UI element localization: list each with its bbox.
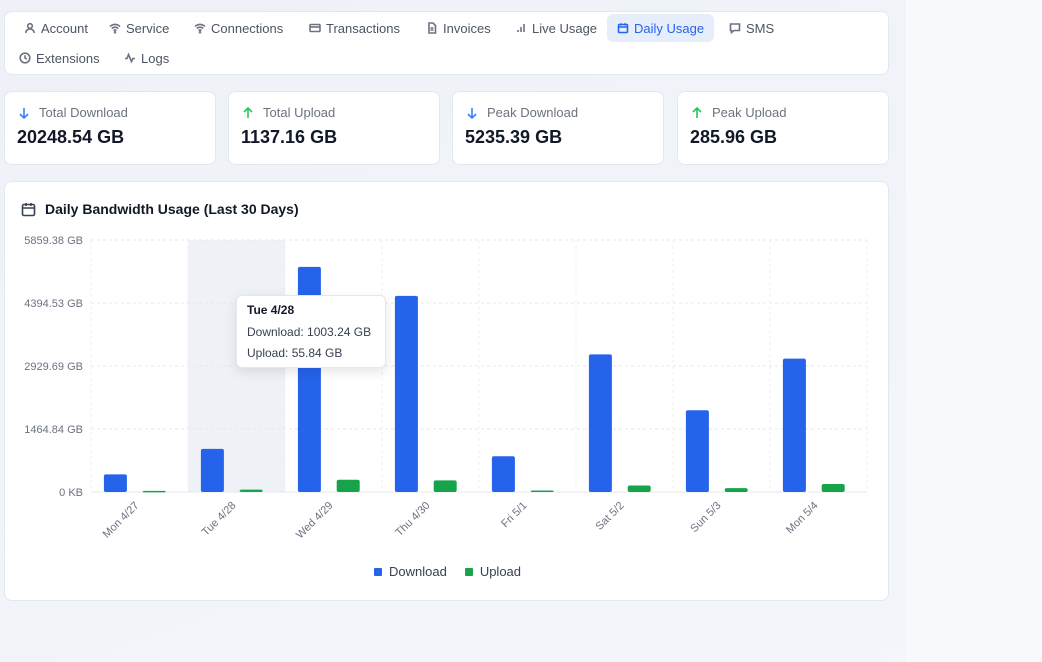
tab-sms[interactable]: SMS xyxy=(719,14,784,42)
bar-upload xyxy=(142,490,166,493)
tab-connections[interactable]: Connections xyxy=(184,14,293,42)
tab-label: Account xyxy=(41,20,88,36)
tab-label: Logs xyxy=(141,50,170,66)
bar-download xyxy=(394,295,418,492)
y-tick-label: 0 KB xyxy=(59,487,83,499)
chart-tooltip: Tue 4/28 Download: 1003.24 GB Upload: 55… xyxy=(236,295,386,368)
arrow-down-icon xyxy=(19,107,29,119)
stat-label: Total Download xyxy=(39,105,128,120)
arrow-down-icon xyxy=(467,107,477,119)
message-icon xyxy=(729,23,741,34)
tab-invoices[interactable]: Invoices xyxy=(416,14,501,42)
bar-signal-icon xyxy=(517,24,525,32)
tab-label: Service xyxy=(126,20,170,36)
chart-legend: Download Upload xyxy=(5,564,890,579)
stat-label: Total Upload xyxy=(263,105,336,120)
document-icon xyxy=(428,22,437,34)
tab-extensions[interactable]: Extensions xyxy=(9,44,110,72)
legend-swatch-download xyxy=(373,567,382,576)
tab-service[interactable]: Service xyxy=(99,14,179,42)
tab-label: Extensions xyxy=(36,50,100,66)
x-tick-label: Mon 5/4 xyxy=(784,500,821,537)
tab-label: SMS xyxy=(746,20,775,36)
tooltip-download: Download: 1003.24 GB xyxy=(247,325,372,339)
tab-label: Transactions xyxy=(326,20,400,36)
bar-upload xyxy=(239,489,263,492)
tooltip-title: Tue 4/28 xyxy=(247,303,295,317)
arrow-up-icon xyxy=(692,106,702,118)
stat-card-peak-upload: Peak Upload 285.96 GB xyxy=(677,91,889,165)
legend-upload[interactable]: Upload xyxy=(464,564,522,579)
user-icon xyxy=(25,22,35,34)
bar-download xyxy=(103,474,127,492)
stat-label: Peak Upload xyxy=(712,105,787,120)
stat-card-total-upload: Total Upload 1137.16 GB xyxy=(228,91,440,165)
bar-upload xyxy=(336,479,360,492)
x-tick-label: Fri 5/1 xyxy=(499,500,530,531)
tab-live-usage[interactable]: Live Usage xyxy=(505,14,607,42)
tab-transactions[interactable]: Transactions xyxy=(299,14,410,42)
legend-label: Download xyxy=(388,564,447,579)
bar-download xyxy=(782,358,806,492)
legend-swatch-upload xyxy=(464,567,473,576)
arrow-up-icon xyxy=(243,106,253,118)
stat-value: 1137.16 GB xyxy=(241,127,338,147)
stat-card-peak-download: Peak Download 5235.39 GB xyxy=(452,91,664,165)
stat-value: 20248.54 GB xyxy=(17,127,125,147)
bar-download xyxy=(685,410,709,492)
activity-icon xyxy=(125,52,135,64)
tab-label: Live Usage xyxy=(532,20,598,36)
calendar-icon xyxy=(21,202,36,216)
stat-value: 285.96 GB xyxy=(690,127,778,147)
bar-upload xyxy=(724,488,748,492)
bar-upload xyxy=(627,485,651,492)
chart-title-text: Daily Bandwidth Usage (Last 30 Days) xyxy=(45,201,299,217)
credit-card-icon xyxy=(309,23,321,33)
y-tick-label: 4394.53 GB xyxy=(24,298,83,310)
stat-value: 5235.39 GB xyxy=(465,127,563,147)
y-tick-label: 2929.69 GB xyxy=(24,361,83,373)
x-tick-label: Sat 5/2 xyxy=(593,500,626,533)
bar-upload xyxy=(821,484,845,492)
bandwidth-chart: 0 KB 1464.84 GB 2929.69 GB 4394.53 GB 5859.3… xyxy=(24,235,868,542)
x-tick-label: Mon 4/27 xyxy=(101,500,142,541)
x-tick-label: Thu 4/30 xyxy=(393,500,432,539)
wifi-icon xyxy=(194,23,206,34)
tab-label: Connections xyxy=(211,20,284,36)
stat-label: Peak Download xyxy=(487,105,579,120)
calendar-icon xyxy=(617,23,629,34)
tab-account[interactable]: Account xyxy=(14,14,98,42)
stat-card-total-download: Total Download 20248.54 GB xyxy=(4,91,216,165)
tab-bar: Account Service Connections Transactions… xyxy=(4,11,889,75)
legend-label: Upload xyxy=(479,564,522,579)
legend-download[interactable]: Download xyxy=(373,564,447,579)
clock-icon xyxy=(19,52,31,64)
x-tick-label: Wed 4/29 xyxy=(294,500,336,542)
chart-card: 0 KB 1464.84 GB 2929.69 GB 4394.53 GB 5859.3… xyxy=(4,181,889,601)
bar-upload xyxy=(530,490,554,492)
background-panel xyxy=(906,0,1042,662)
tooltip-upload: Upload: 55.84 GB xyxy=(247,346,343,360)
tab-label: Daily Usage xyxy=(634,20,705,36)
tab-daily-usage[interactable]: Daily Usage xyxy=(607,14,715,42)
tab-label: Invoices xyxy=(443,20,491,36)
bar-upload xyxy=(433,480,457,492)
bar-download xyxy=(491,456,515,492)
bar-download xyxy=(588,354,612,492)
y-tick-label: 1464.84 GB xyxy=(24,424,83,436)
x-tick-label: Tue 4/28 xyxy=(200,500,239,539)
bar-download xyxy=(200,448,224,492)
tab-logs[interactable]: Logs xyxy=(114,44,179,72)
x-tick-label: Sun 5/3 xyxy=(688,500,723,535)
wifi-icon xyxy=(109,23,121,34)
chart-title: Daily Bandwidth Usage (Last 30 Days) xyxy=(21,201,299,217)
y-tick-label: 5859.38 GB xyxy=(24,235,83,247)
